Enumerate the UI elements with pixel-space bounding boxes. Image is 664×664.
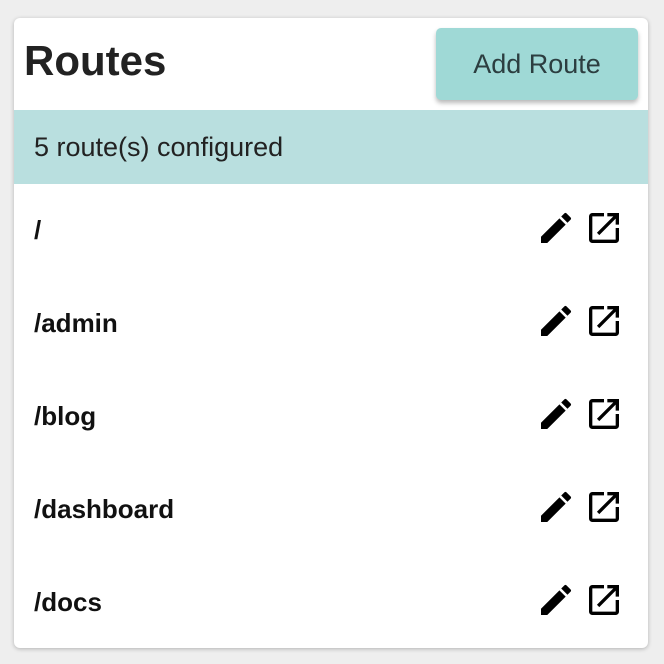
pencil-icon: [541, 584, 572, 615]
edit-route-button[interactable]: [536, 487, 576, 527]
edit-route-button[interactable]: [536, 301, 576, 341]
route-path: /blog: [34, 401, 97, 431]
route-row: /admin: [14, 277, 648, 370]
page-title: Routes: [24, 37, 167, 84]
pencil-icon: [541, 305, 572, 336]
route-path: /admin: [34, 308, 118, 338]
open-route-button[interactable]: [584, 487, 624, 527]
open-route-button[interactable]: [584, 580, 624, 620]
pencil-icon: [541, 212, 572, 243]
route-row: /dashboard: [14, 463, 648, 556]
route-path: /dashboard: [34, 494, 175, 524]
pencil-icon: [541, 398, 572, 429]
open-in-new-icon: [589, 492, 619, 522]
route-row: /blog: [14, 370, 648, 463]
open-route-button[interactable]: [584, 208, 624, 248]
edit-route-button[interactable]: [536, 208, 576, 248]
pencil-icon: [541, 491, 572, 522]
route-list: / /admin /blog /dashboard /docs: [14, 184, 648, 648]
open-in-new-icon: [589, 306, 619, 336]
route-path: /docs: [34, 587, 102, 617]
routes-card: Routes Add Route 5 route(s) configured /…: [14, 18, 648, 648]
open-route-button[interactable]: [584, 394, 624, 434]
open-in-new-icon: [589, 213, 619, 243]
status-bar: 5 route(s) configured: [14, 110, 648, 184]
open-in-new-icon: [589, 399, 619, 429]
open-route-button[interactable]: [584, 301, 624, 341]
card-header: Routes Add Route: [14, 18, 648, 110]
edit-route-button[interactable]: [536, 394, 576, 434]
edit-route-button[interactable]: [536, 580, 576, 620]
add-route-button[interactable]: Add Route: [436, 28, 638, 100]
route-row: /docs: [14, 556, 648, 648]
route-row: /: [14, 184, 648, 277]
route-path: /: [34, 215, 42, 245]
open-in-new-icon: [589, 585, 619, 615]
